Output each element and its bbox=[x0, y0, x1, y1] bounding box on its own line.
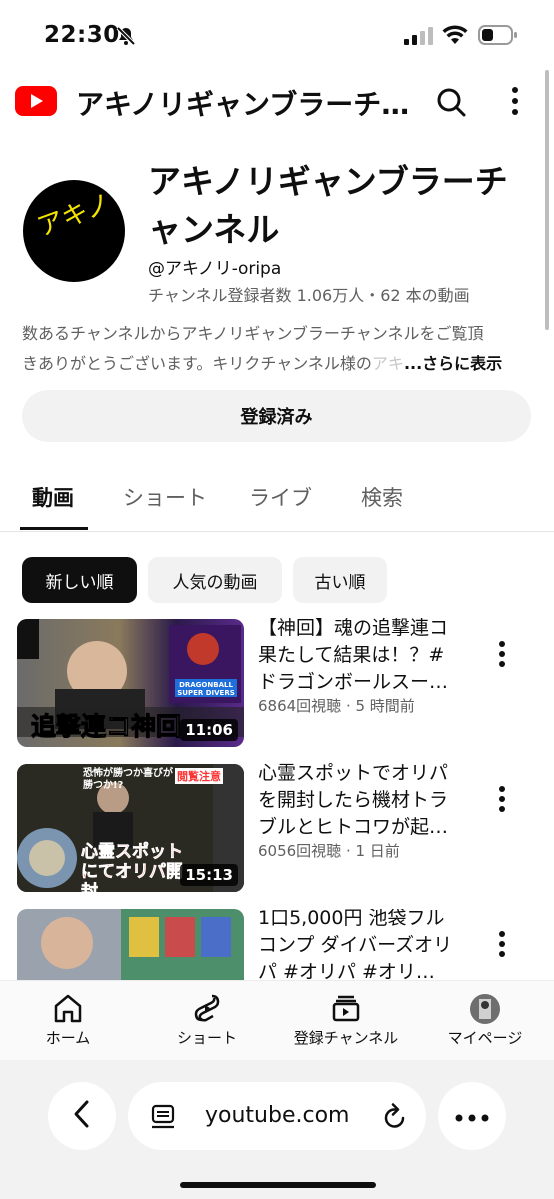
video-item[interactable]: 1口5,000円 池袋フルコンプ ダイバーズオリパ #オリパ #オリ… bbox=[0, 909, 554, 980]
chevron-left-icon bbox=[72, 1099, 92, 1133]
channel-name: アキノリギャンブラーチャンネル bbox=[148, 162, 508, 249]
app-header: アキノリギャンブラーチ… bbox=[0, 72, 554, 132]
home-icon bbox=[52, 993, 84, 1023]
description-fade: アキ bbox=[371, 354, 404, 373]
shorts-icon bbox=[193, 993, 221, 1023]
thumbnail-caption: 心霊スポットにてオリパ開封 bbox=[81, 842, 184, 892]
subscribed-button[interactable]: 登録済み bbox=[22, 390, 531, 442]
browser-back-button[interactable] bbox=[48, 1082, 116, 1150]
tab-videos[interactable]: 動画 bbox=[32, 482, 74, 512]
cellular-signal-icon bbox=[404, 26, 434, 50]
video-thumbnail[interactable]: DRAGONBALL SUPER DIVERS 追撃連コ神回 11:06 bbox=[17, 619, 244, 747]
url-text: youtube.com bbox=[205, 1103, 350, 1128]
bell-muted-icon bbox=[116, 26, 136, 50]
nav-shorts-label: ショート bbox=[176, 1029, 237, 1047]
search-icon[interactable] bbox=[435, 86, 467, 122]
wifi-icon bbox=[442, 24, 468, 50]
active-tab-indicator bbox=[20, 527, 88, 530]
nav-subscriptions-label: 登録チャンネル bbox=[293, 1029, 399, 1047]
channel-stats: チャンネル登録者数 1.06万人・62 本の動画 bbox=[148, 286, 470, 305]
nav-subscriptions[interactable]: 登録チャンネル bbox=[286, 981, 406, 1061]
address-bar[interactable]: youtube.com bbox=[128, 1082, 426, 1150]
chip-popular[interactable]: 人気の動画 bbox=[148, 557, 282, 603]
thumbnail-badge: DRAGONBALL SUPER DIVERS bbox=[177, 681, 235, 697]
youtube-logo-icon[interactable] bbox=[15, 86, 57, 120]
nav-my-page[interactable]: マイページ bbox=[440, 981, 530, 1061]
avatar bbox=[469, 993, 501, 1024]
video-item[interactable]: 恐怖が勝つか喜びが勝つか!? 閲覧注意 心霊スポットにてオリパ開封 15:13 … bbox=[0, 762, 554, 904]
chip-newest[interactable]: 新しい順 bbox=[22, 557, 137, 603]
video-title[interactable]: 【神回】魂の追撃連コ果たして結果は！？#ドラゴンボールスー… bbox=[258, 615, 458, 696]
bottom-navigation: ホーム ショート 登録チャンネル マイページ bbox=[0, 980, 554, 1060]
video-title[interactable]: 1口5,000円 池袋フルコンプ ダイバーズオリパ #オリパ #オリ… bbox=[258, 909, 458, 980]
nav-my-page-label: マイページ bbox=[447, 1029, 523, 1047]
tab-search[interactable]: 検索 bbox=[361, 482, 403, 512]
show-more-link[interactable]: ...さらに表示 bbox=[404, 354, 502, 373]
header-title: アキノリギャンブラーチ… bbox=[76, 88, 410, 121]
video-meta: 6056回視聴 · 1 日前 bbox=[258, 842, 400, 860]
video-duration: 11:06 bbox=[180, 719, 238, 741]
nav-home[interactable]: ホーム bbox=[28, 981, 108, 1061]
chip-oldest[interactable]: 古い順 bbox=[293, 557, 387, 603]
more-vert-icon[interactable] bbox=[510, 86, 520, 120]
thumbnail-top-text: 恐怖が勝つか喜びが勝つか!? bbox=[83, 768, 173, 791]
description-line-1: 数あるチャンネルからアキノリギャンブラーチャンネルをご覧頂 bbox=[22, 324, 484, 343]
home-indicator bbox=[180, 1182, 376, 1188]
more-horizontal-icon bbox=[455, 1107, 489, 1126]
channel-tabs: 動画 ショート ライブ 検索 bbox=[0, 466, 554, 532]
status-time: 22:30 bbox=[44, 22, 120, 48]
thumbnail-caption: 追撃連コ神回 bbox=[30, 712, 182, 742]
nav-home-label: ホーム bbox=[45, 1029, 91, 1047]
avatar-text: アキノリ bbox=[33, 180, 125, 243]
nav-shorts[interactable]: ショート bbox=[162, 981, 252, 1061]
video-thumbnail[interactable]: 恐怖が勝つか喜びが勝つか!? 閲覧注意 心霊スポットにてオリパ開封 15:13 bbox=[17, 764, 244, 892]
status-bar: 22:30 bbox=[0, 0, 554, 72]
video-more-icon[interactable] bbox=[494, 786, 510, 816]
browser-menu-button[interactable] bbox=[438, 1082, 506, 1150]
reader-mode-icon[interactable] bbox=[150, 1104, 176, 1134]
video-title[interactable]: 心霊スポットでオリパを開封したら機材トラブルとヒトコワが起… bbox=[258, 760, 458, 841]
video-thumbnail[interactable] bbox=[17, 909, 244, 980]
scrollbar[interactable] bbox=[545, 70, 549, 330]
channel-handle: @アキノリ-oripa bbox=[148, 259, 282, 279]
battery-icon bbox=[478, 24, 518, 50]
channel-avatar[interactable]: アキノリ bbox=[23, 180, 125, 282]
video-duration: 15:13 bbox=[180, 864, 238, 886]
channel-description[interactable]: 数あるチャンネルからアキノリギャンブラーチャンネルをご覧頂 きありがとうございま… bbox=[22, 319, 534, 379]
video-more-icon[interactable] bbox=[494, 931, 510, 961]
thumbnail-tag: 閲覧注意 bbox=[175, 768, 223, 784]
video-meta: 6864回視聴 · 5 時間前 bbox=[258, 697, 415, 715]
browser-toolbar: youtube.com bbox=[0, 1060, 554, 1199]
video-more-icon[interactable] bbox=[494, 641, 510, 671]
tab-live[interactable]: ライブ bbox=[249, 482, 312, 512]
tab-shorts[interactable]: ショート bbox=[123, 482, 207, 512]
subscriptions-icon bbox=[331, 993, 361, 1023]
reload-icon[interactable] bbox=[382, 1103, 408, 1135]
video-item[interactable]: DRAGONBALL SUPER DIVERS 追撃連コ神回 11:06 【神回… bbox=[0, 617, 554, 759]
description-line-2: きありがとうございます。キリクチャンネル様の bbox=[22, 354, 372, 373]
